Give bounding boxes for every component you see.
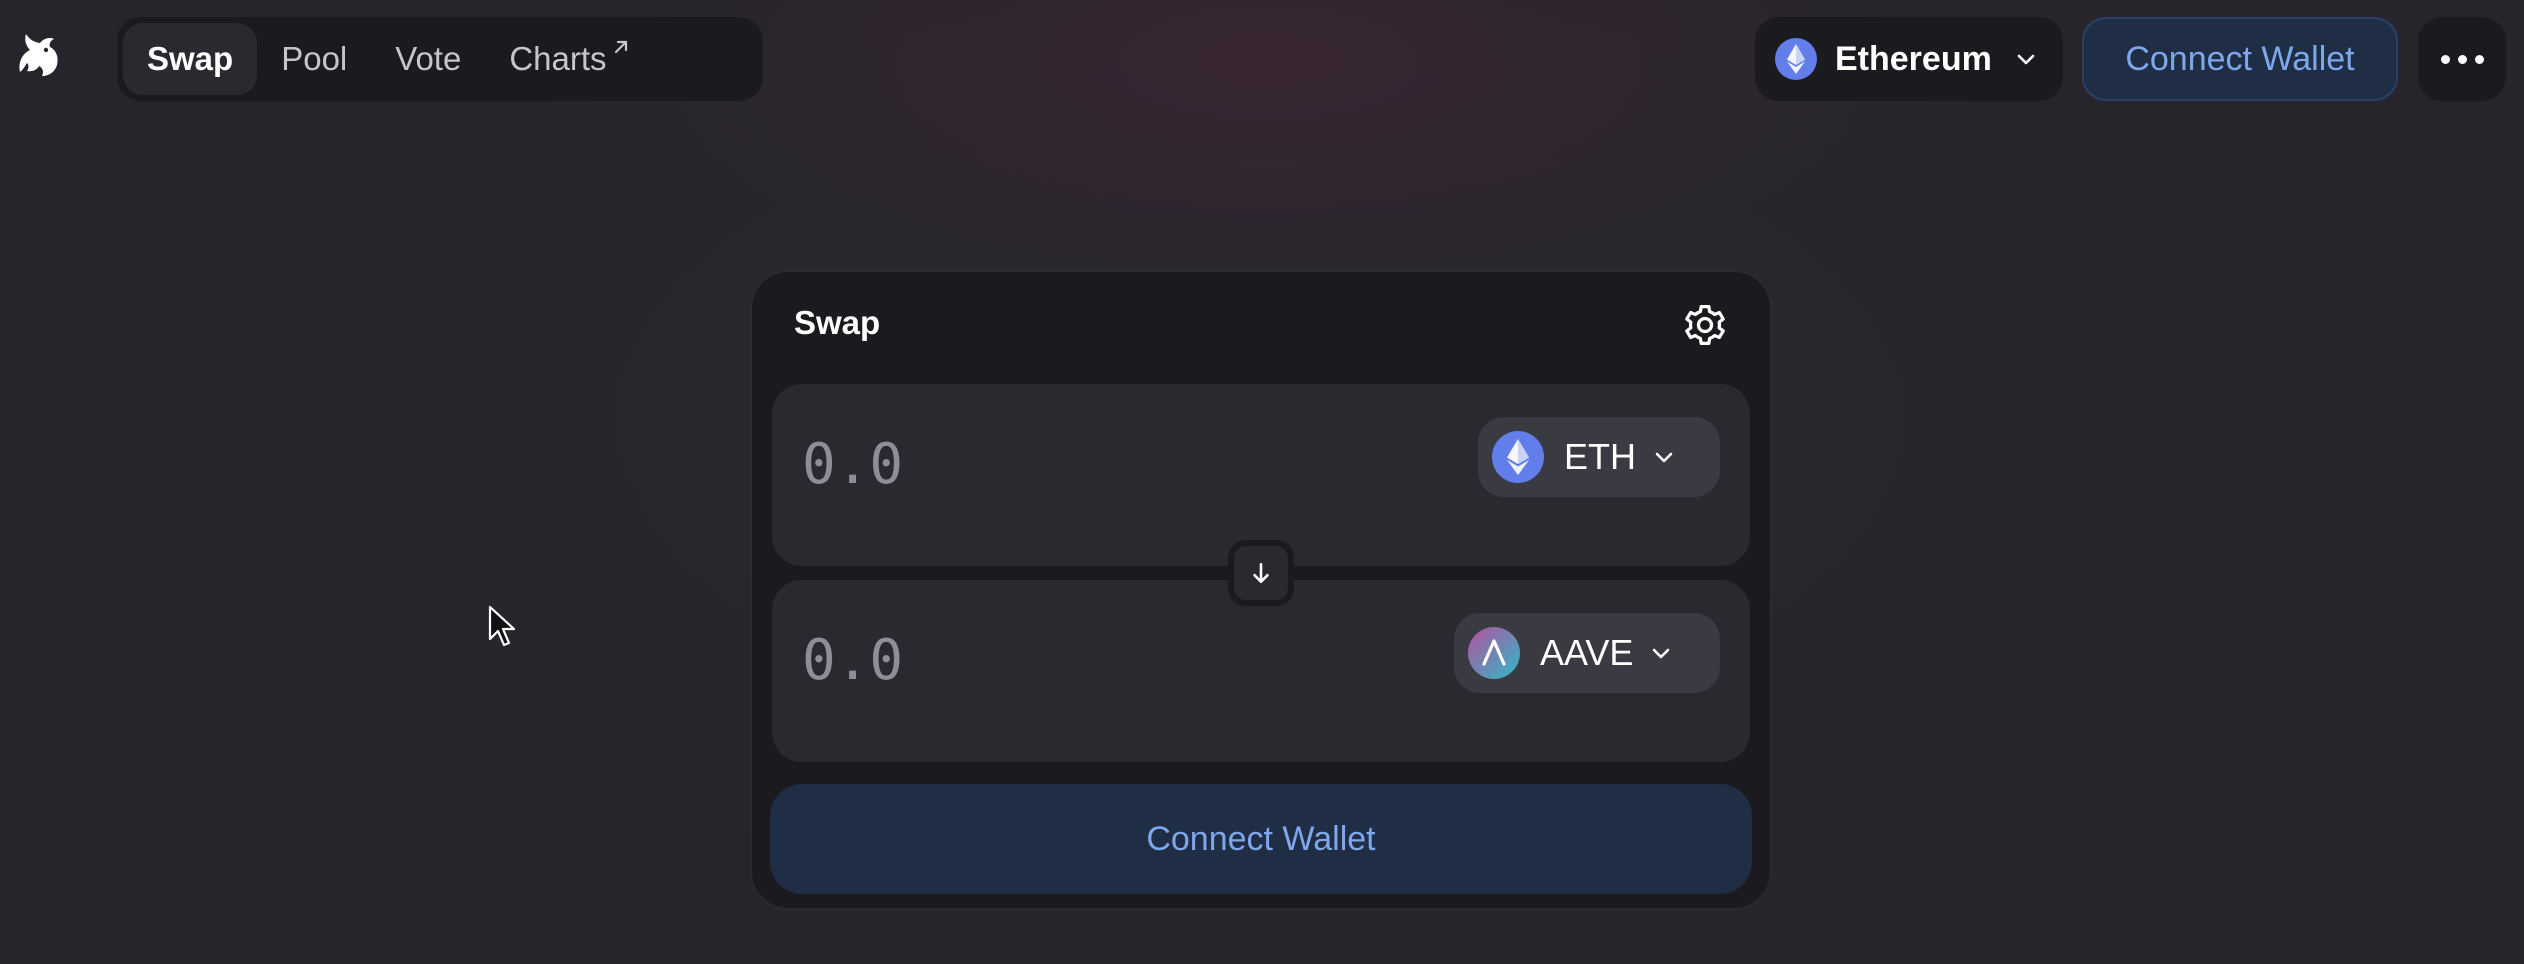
uniswap-logo-icon[interactable] — [10, 28, 66, 84]
token-input-symbol: ETH — [1564, 436, 1636, 477]
arrow-down-icon — [1253, 563, 1269, 583]
chevron-down-icon — [1653, 648, 1670, 659]
chevron-down-icon — [1655, 452, 1673, 463]
swap-card-title: Swap — [794, 304, 881, 341]
main-nav: Swap Pool Vote Charts — [117, 17, 763, 101]
aave-icon — [1468, 627, 1520, 679]
token-output-symbol: AAVE — [1540, 632, 1634, 673]
nav-swap-label: Swap — [147, 40, 234, 77]
swap-card: Swap ETH — [752, 272, 1770, 908]
connect-wallet-header-label: Connect Wallet — [2125, 39, 2355, 78]
connect-wallet-label: Connect Wallet — [1146, 819, 1376, 858]
swap-output-panel: AAVE — [772, 580, 1750, 762]
swap-input-panel: ETH — [772, 384, 1750, 566]
nav-pool[interactable]: Pool — [257, 23, 371, 95]
nav-swap[interactable]: Swap — [123, 23, 258, 95]
ethereum-icon — [1775, 38, 1817, 80]
arrow-up-right-icon — [611, 37, 631, 63]
swap-input-amount[interactable] — [802, 424, 1322, 504]
nav-vote[interactable]: Vote — [371, 23, 485, 95]
chevron-down-icon — [2017, 54, 2035, 65]
connect-wallet-button[interactable]: Connect Wallet — [770, 784, 1752, 894]
gear-icon[interactable] — [1682, 302, 1728, 348]
token-select-input-button[interactable]: ETH — [1478, 417, 1720, 497]
more-horizontal-icon — [2437, 54, 2488, 64]
switch-tokens-button[interactable] — [1228, 540, 1294, 606]
swap-output-amount[interactable] — [802, 620, 1322, 700]
nav-pool-label: Pool — [281, 40, 348, 77]
network-selector[interactable]: Ethereum — [1755, 17, 2063, 101]
nav-charts[interactable]: Charts — [485, 23, 654, 95]
mouse-cursor-icon — [488, 605, 516, 647]
nav-vote-label: Vote — [395, 40, 462, 77]
more-options-button[interactable] — [2418, 17, 2506, 101]
network-label: Ethereum — [1835, 39, 1992, 78]
connect-wallet-header-button[interactable]: Connect Wallet — [2082, 17, 2398, 101]
nav-charts-label: Charts — [509, 40, 607, 77]
ethereum-icon — [1492, 431, 1544, 483]
token-select-output-button[interactable]: AAVE — [1454, 613, 1720, 693]
